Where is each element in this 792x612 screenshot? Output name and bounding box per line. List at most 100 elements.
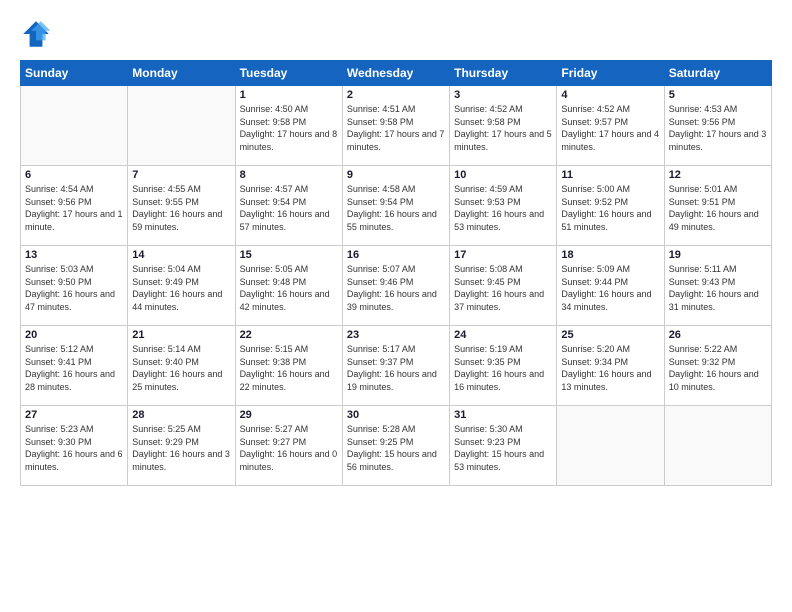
calendar-cell: 22Sunrise: 5:15 AM Sunset: 9:38 PM Dayli… [235,326,342,406]
day-info: Sunrise: 4:54 AM Sunset: 9:56 PM Dayligh… [25,183,123,233]
calendar-cell: 20Sunrise: 5:12 AM Sunset: 9:41 PM Dayli… [21,326,128,406]
day-number: 9 [347,169,445,181]
day-number: 1 [240,89,338,101]
day-number: 18 [561,249,659,261]
day-info: Sunrise: 5:01 AM Sunset: 9:51 PM Dayligh… [669,183,767,233]
day-info: Sunrise: 5:22 AM Sunset: 9:32 PM Dayligh… [669,343,767,393]
calendar-header-monday: Monday [128,61,235,86]
day-info: Sunrise: 5:04 AM Sunset: 9:49 PM Dayligh… [132,263,230,313]
calendar-cell: 21 Sunrise: 5:14 AM Sunset: 9:40 PM Dayli… [128,326,235,406]
header [20,18,772,50]
calendar-week-4: 27 Sunrise: 5:23 AM Sunset: 9:30 PM Dayli… [21,406,772,486]
calendar-cell: 10 Sunrise: 4:59 AM Sunset: 9:53 PM Dayli… [450,166,557,246]
calendar-cell [557,406,664,486]
calendar-cell [21,86,128,166]
day-info: Sunrise: 5:17 AM Sunset: 9:37 PM Dayligh… [347,343,445,393]
calendar-cell: 24 Sunrise: 5:19 AM Sunset: 9:35 PM Dayli… [450,326,557,406]
calendar-cell: 12 Sunrise: 5:01 AM Sunset: 9:51 PM Dayli… [664,166,771,246]
calendar-cell: 11Sunrise: 5:00 AM Sunset: 9:52 PM Dayli… [557,166,664,246]
calendar-cell: 28 Sunrise: 5:25 AM Sunset: 9:29 PM Dayli… [128,406,235,486]
day-number: 27 [25,409,123,421]
calendar-header-thursday: Thursday [450,61,557,86]
day-info: Sunrise: 5:08 AM Sunset: 9:45 PM Dayligh… [454,263,552,313]
day-number: 21 [132,329,230,341]
calendar-cell [128,86,235,166]
calendar-header-saturday: Saturday [664,61,771,86]
day-number: 4 [561,89,659,101]
day-info: Sunrise: 5:27 AM Sunset: 9:27 PM Dayligh… [240,423,338,473]
day-info: Sunrise: 5:11 AM Sunset: 9:43 PM Dayligh… [669,263,767,313]
day-number: 15 [240,249,338,261]
day-info: Sunrise: 5:03 AM Sunset: 9:50 PM Dayligh… [25,263,123,313]
day-number: 31 [454,409,552,421]
day-info: Sunrise: 4:52 AM Sunset: 9:57 PM Dayligh… [561,103,659,153]
day-info: Sunrise: 4:52 AM Sunset: 9:58 PM Dayligh… [454,103,552,153]
calendar-cell: 8 Sunrise: 4:57 AM Sunset: 9:54 PM Daylig… [235,166,342,246]
day-number: 6 [25,169,123,181]
calendar-cell: 9 Sunrise: 4:58 AM Sunset: 9:54 PM Daylig… [342,166,449,246]
calendar-cell: 3 Sunrise: 4:52 AM Sunset: 9:58 PM Daylig… [450,86,557,166]
calendar-cell: 4 Sunrise: 4:52 AM Sunset: 9:57 PM Daylig… [557,86,664,166]
day-number: 24 [454,329,552,341]
day-info: Sunrise: 5:28 AM Sunset: 9:25 PM Dayligh… [347,423,445,473]
calendar-week-3: 20Sunrise: 5:12 AM Sunset: 9:41 PM Dayli… [21,326,772,406]
calendar-cell: 7Sunrise: 4:55 AM Sunset: 9:55 PM Daylig… [128,166,235,246]
day-info: Sunrise: 5:12 AM Sunset: 9:41 PM Dayligh… [25,343,123,393]
calendar: SundayMondayTuesdayWednesdayThursdayFrid… [20,60,772,486]
calendar-cell: 15 Sunrise: 5:05 AM Sunset: 9:48 PM Dayli… [235,246,342,326]
calendar-week-0: 1 Sunrise: 4:50 AM Sunset: 9:58 PM Daylig… [21,86,772,166]
calendar-cell: 18 Sunrise: 5:09 AM Sunset: 9:44 PM Dayli… [557,246,664,326]
day-number: 8 [240,169,338,181]
calendar-cell: 25Sunrise: 5:20 AM Sunset: 9:34 PM Dayli… [557,326,664,406]
calendar-header-tuesday: Tuesday [235,61,342,86]
day-number: 28 [132,409,230,421]
day-number: 26 [669,329,767,341]
calendar-cell: 27 Sunrise: 5:23 AM Sunset: 9:30 PM Dayli… [21,406,128,486]
calendar-cell: 14 Sunrise: 5:04 AM Sunset: 9:49 PM Dayli… [128,246,235,326]
day-info: Sunrise: 4:58 AM Sunset: 9:54 PM Dayligh… [347,183,445,233]
calendar-header-row: SundayMondayTuesdayWednesdayThursdayFrid… [21,61,772,86]
calendar-cell: 29Sunrise: 5:27 AM Sunset: 9:27 PM Dayli… [235,406,342,486]
day-info: Sunrise: 4:50 AM Sunset: 9:58 PM Dayligh… [240,103,338,153]
page: SundayMondayTuesdayWednesdayThursdayFrid… [0,0,792,612]
day-info: Sunrise: 5:05 AM Sunset: 9:48 PM Dayligh… [240,263,338,313]
day-info: Sunrise: 4:53 AM Sunset: 9:56 PM Dayligh… [669,103,767,153]
day-number: 22 [240,329,338,341]
day-info: Sunrise: 5:25 AM Sunset: 9:29 PM Dayligh… [132,423,230,473]
day-number: 10 [454,169,552,181]
calendar-cell: 16 Sunrise: 5:07 AM Sunset: 9:46 PM Dayli… [342,246,449,326]
day-info: Sunrise: 5:09 AM Sunset: 9:44 PM Dayligh… [561,263,659,313]
calendar-cell: 5 Sunrise: 4:53 AM Sunset: 9:56 PM Daylig… [664,86,771,166]
day-info: Sunrise: 4:55 AM Sunset: 9:55 PM Dayligh… [132,183,230,233]
calendar-header-sunday: Sunday [21,61,128,86]
calendar-header-wednesday: Wednesday [342,61,449,86]
day-number: 5 [669,89,767,101]
calendar-cell: 19 Sunrise: 5:11 AM Sunset: 9:43 PM Dayli… [664,246,771,326]
calendar-cell: 13Sunrise: 5:03 AM Sunset: 9:50 PM Dayli… [21,246,128,326]
day-number: 2 [347,89,445,101]
day-number: 14 [132,249,230,261]
calendar-cell: 26 Sunrise: 5:22 AM Sunset: 9:32 PM Dayli… [664,326,771,406]
calendar-cell: 30Sunrise: 5:28 AM Sunset: 9:25 PM Dayli… [342,406,449,486]
calendar-week-2: 13Sunrise: 5:03 AM Sunset: 9:50 PM Dayli… [21,246,772,326]
day-info: Sunrise: 4:51 AM Sunset: 9:58 PM Dayligh… [347,103,445,153]
day-number: 16 [347,249,445,261]
day-info: Sunrise: 5:19 AM Sunset: 9:35 PM Dayligh… [454,343,552,393]
day-info: Sunrise: 4:57 AM Sunset: 9:54 PM Dayligh… [240,183,338,233]
day-number: 19 [669,249,767,261]
day-number: 23 [347,329,445,341]
day-number: 11 [561,169,659,181]
day-number: 25 [561,329,659,341]
day-info: Sunrise: 5:07 AM Sunset: 9:46 PM Dayligh… [347,263,445,313]
day-info: Sunrise: 4:59 AM Sunset: 9:53 PM Dayligh… [454,183,552,233]
logo-icon [20,18,52,50]
day-number: 3 [454,89,552,101]
calendar-cell [664,406,771,486]
day-info: Sunrise: 5:23 AM Sunset: 9:30 PM Dayligh… [25,423,123,473]
day-info: Sunrise: 5:14 AM Sunset: 9:40 PM Dayligh… [132,343,230,393]
day-number: 12 [669,169,767,181]
calendar-cell: 17Sunrise: 5:08 AM Sunset: 9:45 PM Dayli… [450,246,557,326]
calendar-cell: 1 Sunrise: 4:50 AM Sunset: 9:58 PM Daylig… [235,86,342,166]
calendar-week-1: 6 Sunrise: 4:54 AM Sunset: 9:56 PM Daylig… [21,166,772,246]
calendar-cell: 2 Sunrise: 4:51 AM Sunset: 9:58 PM Daylig… [342,86,449,166]
